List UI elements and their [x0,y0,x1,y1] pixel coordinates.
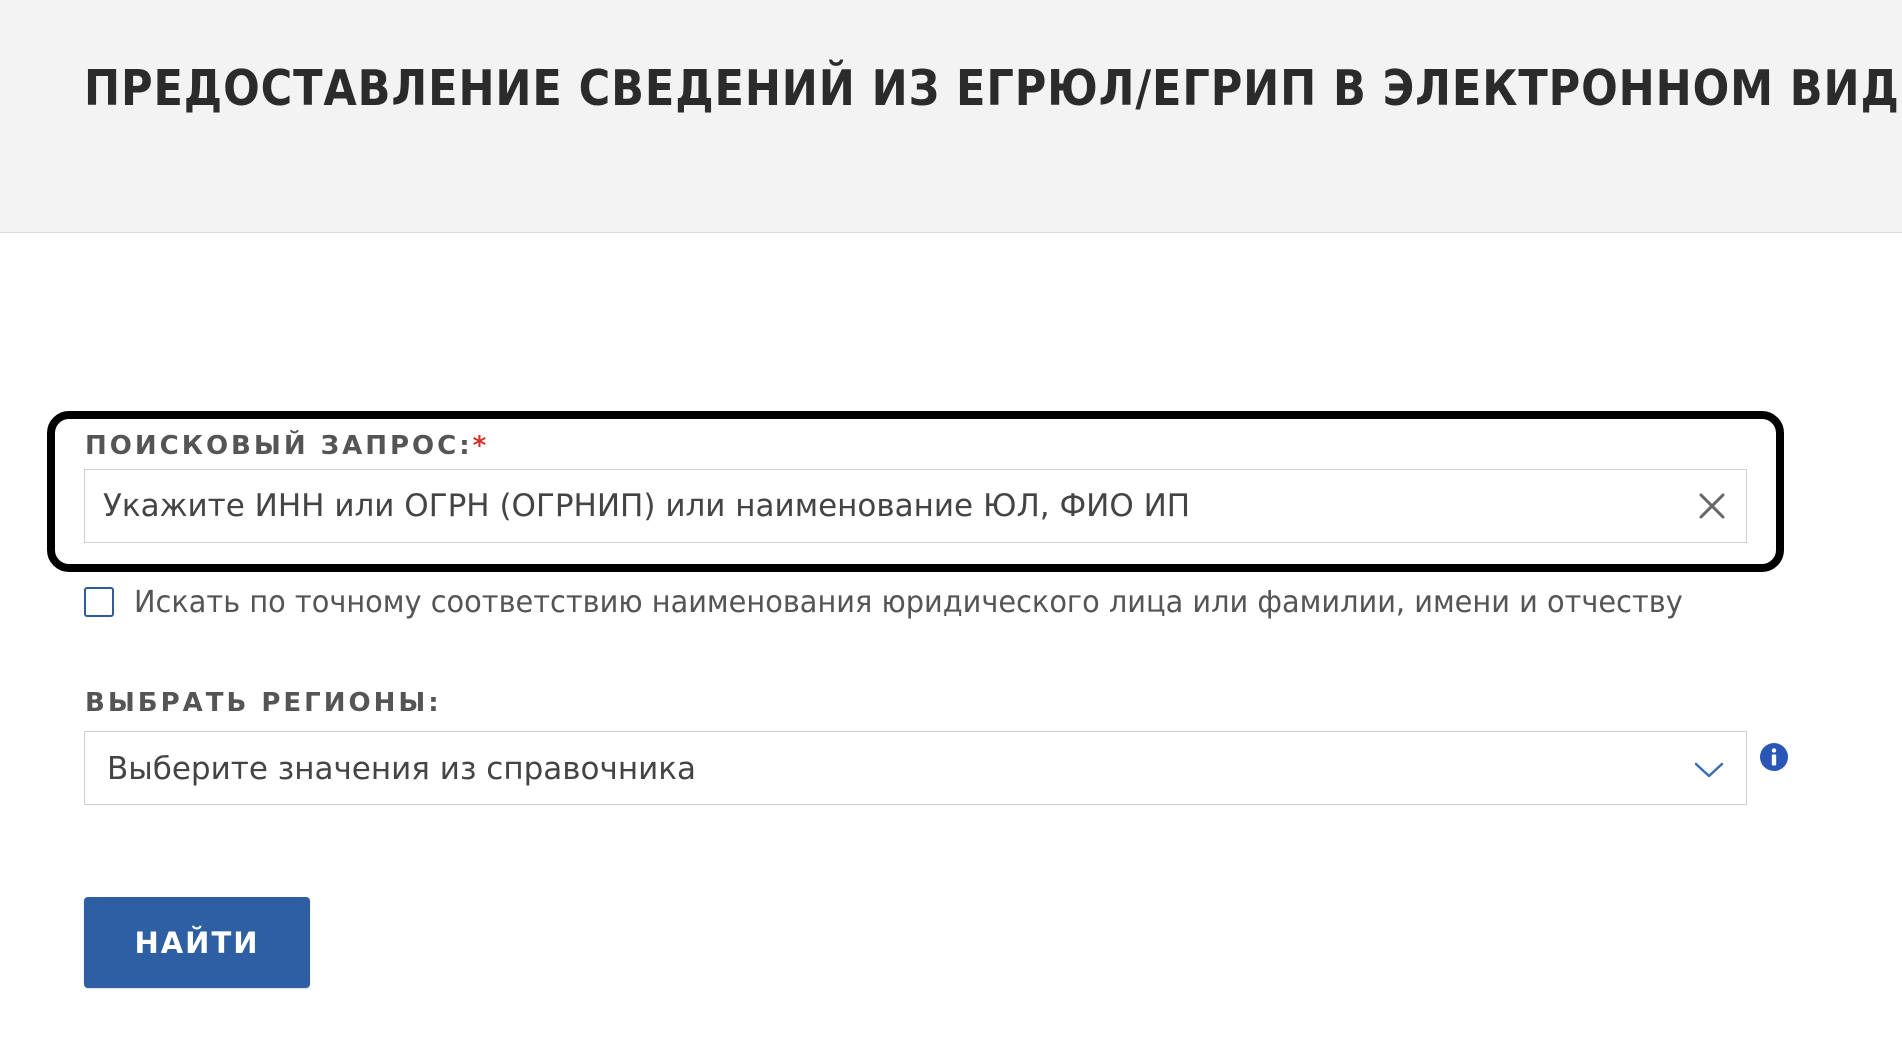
regions-label: ВЫБРАТЬ РЕГИОНЫ: [85,688,442,718]
regions-select[interactable]: Выберите значения из справочника [84,731,1747,805]
exact-match-checkbox[interactable] [84,587,114,617]
page-header: ПРЕДОСТАВЛЕНИЕ СВЕДЕНИЙ ИЗ ЕГРЮЛ/ЕГРИП В… [0,0,1902,233]
close-icon[interactable] [1694,488,1730,524]
search-input[interactable] [85,470,1665,542]
info-icon[interactable] [1759,742,1789,772]
search-field[interactable] [84,469,1747,543]
exact-match-label: Искать по точному соответствию наименова… [134,584,1683,620]
exact-match-option[interactable]: Искать по точному соответствию наименова… [84,582,1747,622]
regions-select-placeholder: Выберите значения из справочника [107,751,696,787]
search-label: ПОИСКОВЫЙ ЗАПРОС:* [85,431,489,461]
search-label-text: ПОИСКОВЫЙ ЗАПРОС: [85,431,473,461]
chevron-down-icon[interactable] [1692,754,1726,784]
required-mark: * [472,431,490,461]
find-button[interactable]: НАЙТИ [84,897,310,988]
page-title: ПРЕДОСТАВЛЕНИЕ СВЕДЕНИЙ ИЗ ЕГРЮЛ/ЕГРИП В… [84,60,1902,117]
